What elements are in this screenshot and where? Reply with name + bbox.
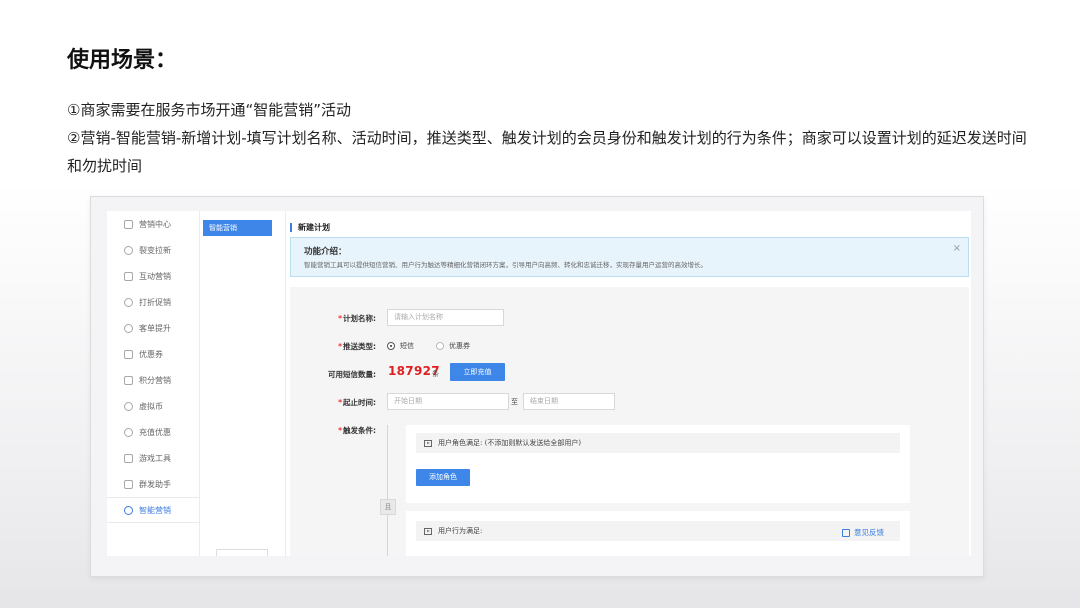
feedback-label: 意见反馈 (854, 528, 884, 537)
nav-item-fission[interactable]: 裂变拉新 (107, 237, 200, 263)
marketing-center-icon (124, 219, 133, 229)
trigger-condition-label: *触发条件: (290, 425, 376, 436)
nav-item-label: 积分营销 (139, 375, 171, 385)
main-content: 新建计划 功能介绍： 智能营销工具可以提供短信营销、用户行为触达等精细化营销闭环… (290, 211, 971, 556)
subnav-item-smart-marketing[interactable]: 智能营销 (203, 220, 272, 236)
push-type-sms-radio[interactable]: 短信 (387, 341, 414, 351)
feedback-link[interactable]: 意见反馈 (842, 527, 884, 538)
nav-item-label: 优惠券 (139, 349, 163, 359)
date-separator: 至 (511, 398, 518, 406)
slide-title: 使用场景： (67, 48, 178, 73)
radio-label: 优惠券 (449, 342, 470, 350)
role-condition-text: 用户角色满足: (不添加则默认发送给全部用户) (438, 439, 582, 447)
expand-icon (424, 527, 432, 535)
plan-name-label: *计划名称: (290, 313, 376, 324)
and-badge: 且 (380, 499, 396, 515)
virtual-coin-icon (124, 401, 133, 411)
alert-title: 功能介绍： (304, 247, 347, 257)
nav-item-game[interactable]: 游戏工具 (107, 445, 200, 471)
recharge-button[interactable]: 立即充值 (450, 363, 505, 381)
order-value-icon (124, 323, 133, 333)
nav-item-discount[interactable]: 打折促销 (107, 289, 200, 315)
nav-item-label: 充值优惠 (139, 427, 171, 437)
nav-item-smart-marketing[interactable]: 智能营销 (107, 497, 200, 523)
nav-item-label: 互动营销 (139, 271, 171, 281)
feedback-icon (842, 528, 850, 537)
plan-name-label-text: 计划名称: (343, 314, 376, 323)
nav-item-marketing-center[interactable]: 营销中心 (107, 211, 200, 237)
start-date-input[interactable]: 开始日期 (387, 393, 509, 410)
end-date-input[interactable]: 结束日期 (523, 393, 615, 410)
interaction-icon (124, 271, 133, 281)
nav-item-label: 智能营销 (139, 505, 171, 515)
role-condition-panel: 用户角色满足: (不添加则默认发送给全部用户) 添加角色 (406, 425, 910, 503)
ui-screenshot: 营销中心 裂变拉新 互动营销 打折促销 客单提升 优惠券 积分营销 虚拟币 充值… (90, 196, 984, 577)
nav-item-points[interactable]: 积分营销 (107, 367, 200, 393)
push-type-coupon-radio[interactable]: 优惠券 (436, 341, 470, 351)
radio-dot-icon (387, 342, 395, 350)
date-range-label: *起止时间: (290, 397, 376, 408)
points-icon (124, 375, 133, 385)
push-type-label-text: 推送类型: (343, 342, 376, 351)
alert-text: 智能营销工具可以提供短信营销、用户行为触达等精细化营销闭环方案，引导用户向高频、… (304, 261, 707, 269)
recharge-icon (124, 427, 133, 437)
add-role-button[interactable]: 添加角色 (416, 469, 470, 486)
expand-icon (424, 439, 432, 447)
plan-form: *计划名称: 请输入计划名称 *推送类型: 短信 优惠券 可用短信数量: 187… (290, 287, 969, 556)
required-mark: * (338, 426, 342, 435)
behavior-condition-text: 用户行为满足: (438, 527, 483, 535)
sms-count-unit: 条 (432, 370, 439, 378)
mass-send-icon (124, 479, 133, 489)
coupon-icon (124, 349, 133, 359)
nav-item-label: 客单提升 (139, 323, 171, 333)
required-mark: * (338, 398, 342, 407)
app-window: 营销中心 裂变拉新 互动营销 打折促销 客单提升 优惠券 积分营销 虚拟币 充值… (107, 211, 971, 556)
trigger-condition-label-text: 触发条件: (343, 426, 376, 435)
page-title: 新建计划 (290, 223, 330, 232)
date-range-label-text: 起止时间: (343, 398, 376, 407)
nav-item-label: 打折促销 (139, 297, 171, 307)
required-mark: * (338, 314, 342, 323)
nav-item-label: 群发助手 (139, 479, 171, 489)
smart-marketing-icon (124, 505, 133, 515)
fission-icon (124, 245, 133, 255)
plan-name-input[interactable]: 请输入计划名称 (387, 309, 504, 326)
game-icon (124, 453, 133, 463)
slide-description: ①商家需要在服务市场开通“智能营销”活动 ②营销-智能营销-新增计划-填写计划名… (67, 96, 1027, 180)
nav-item-label: 游戏工具 (139, 453, 171, 463)
condition-connector-line (387, 425, 388, 556)
description-line-2: ②营销-智能营销-新增计划-填写计划名称、活动时间，推送类型、触发计划的会员身份… (67, 129, 1027, 175)
nav-item-order-value[interactable]: 客单提升 (107, 315, 200, 341)
behavior-condition-panel: 用户行为满足: 意见反馈 (406, 511, 910, 556)
radio-label: 短信 (400, 342, 414, 350)
nav-item-virtual-coin[interactable]: 虚拟币 (107, 393, 200, 419)
description-line-1: ①商家需要在服务市场开通“智能营销”活动 (67, 101, 351, 119)
sms-count-label: 可用短信数量: (328, 370, 376, 379)
nav-item-coupon[interactable]: 优惠券 (107, 341, 200, 367)
nav-item-label: 虚拟币 (139, 401, 163, 411)
close-icon[interactable]: × (953, 243, 961, 254)
behavior-condition-bar[interactable]: 用户行为满足: (416, 521, 900, 541)
sub-nav: 智能营销 (200, 211, 286, 556)
role-condition-bar[interactable]: 用户角色满足: (不添加则默认发送给全部用户) (416, 433, 900, 453)
info-alert: 功能介绍： 智能营销工具可以提供短信营销、用户行为触达等精细化营销闭环方案，引导… (290, 237, 969, 277)
nav-item-mass-send[interactable]: 群发助手 (107, 471, 200, 497)
discount-icon (124, 297, 133, 307)
left-nav: 营销中心 裂变拉新 互动营销 打折促销 客单提升 优惠券 积分营销 虚拟币 充值… (107, 211, 200, 556)
push-type-label: *推送类型: (290, 341, 376, 352)
nav-item-label: 营销中心 (139, 219, 171, 229)
nav-item-label: 裂变拉新 (139, 245, 171, 255)
required-mark: * (338, 342, 342, 351)
nav-item-recharge[interactable]: 充值优惠 (107, 419, 200, 445)
subnav-collapse-tab[interactable] (216, 549, 268, 556)
radio-dot-icon (436, 342, 444, 350)
nav-item-interaction[interactable]: 互动营销 (107, 263, 200, 289)
